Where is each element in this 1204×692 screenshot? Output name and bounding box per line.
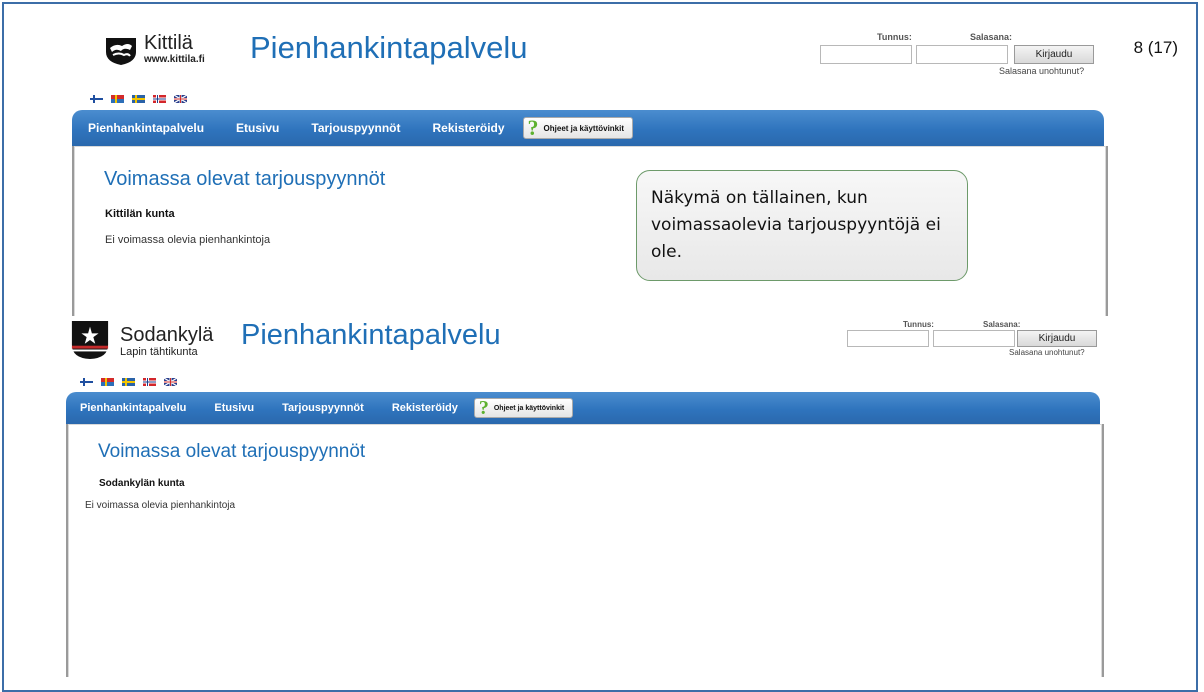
help-button[interactable]: ? Ohjeet ja käyttövinkit (473, 397, 574, 419)
question-mark-icon: ? (527, 115, 539, 140)
username-label: Tunnus: (877, 32, 912, 42)
password-input[interactable] (933, 330, 1015, 347)
uk-flag-icon[interactable] (174, 95, 187, 103)
login-form: Tunnus: Salasana: Kirjaudu Salasana unoh… (847, 317, 1105, 367)
norwegian-flag-icon[interactable] (153, 95, 166, 103)
swedish-flag-icon[interactable] (122, 378, 135, 386)
nav-pienhankintapalvelu[interactable]: Pienhankintapalvelu (80, 402, 186, 414)
organization-name: Sodankylän kunta (99, 478, 185, 489)
password-input[interactable] (916, 45, 1008, 64)
sodankyla-screenshot: Sodankylä Lapin tähtikunta Pienhankintap… (60, 317, 1105, 677)
swedish-flag-icon[interactable] (132, 95, 145, 103)
empty-state-text: Ei voimassa olevia pienhankintoja (85, 500, 236, 511)
main-nav: Pienhankintapalvelu Etusivu Tarjouspyynn… (72, 110, 1104, 146)
page-heading: Voimassa olevat tarjouspyynnöt (98, 441, 366, 462)
kittila-url: www.kittila.fi (144, 54, 205, 65)
finnish-flag-icon[interactable] (90, 95, 103, 103)
nav-pienhankintapalvelu[interactable]: Pienhankintapalvelu (88, 121, 204, 135)
sodankyla-crest-icon (71, 320, 109, 360)
question-mark-icon: ? (478, 397, 489, 419)
organization-name: Kittilän kunta (105, 208, 175, 220)
sami-flag-icon[interactable] (101, 378, 114, 386)
sodankyla-tagline: Lapin tähtikunta (120, 346, 198, 358)
username-label: Tunnus: (903, 320, 934, 329)
language-flags (90, 95, 187, 103)
nav-rekisteroidy[interactable]: Rekisteröidy (433, 121, 505, 135)
empty-state-text: Ei voimassa olevia pienhankintoja (105, 234, 271, 246)
norwegian-flag-icon[interactable] (143, 378, 156, 386)
explanation-callout: Näkymä on tällainen, kun voimassaolevia … (636, 170, 968, 281)
kittila-logo[interactable]: Kittilä www.kittila.fi (104, 32, 205, 66)
login-button[interactable]: Kirjaudu (1014, 45, 1094, 64)
nav-tarjouspyynnot[interactable]: Tarjouspyynnöt (282, 402, 364, 414)
forgot-password-link[interactable]: Salasana unohtunut? (1009, 348, 1085, 357)
username-input[interactable] (847, 330, 929, 347)
help-button-label: Ohjeet ja käyttövinkit (493, 404, 565, 412)
sodankyla-logo[interactable]: Sodankylä Lapin tähtikunta (70, 320, 213, 360)
help-button-label: Ohjeet ja käyttövinkit (543, 123, 625, 133)
page-number: 8 (17) (1133, 38, 1178, 57)
main-nav: Pienhankintapalvelu Etusivu Tarjouspyynn… (66, 392, 1100, 424)
service-title: Pienhankintapalvelu (241, 319, 501, 351)
login-button[interactable]: Kirjaudu (1017, 330, 1097, 347)
login-form: Tunnus: Salasana: Kirjaudu Salasana unoh… (820, 20, 1112, 80)
kittila-name: Kittilä (144, 32, 193, 54)
service-title: Pienhankintapalvelu (250, 30, 528, 65)
sami-flag-icon[interactable] (111, 95, 124, 103)
nav-etusivu[interactable]: Etusivu (214, 402, 254, 414)
nav-etusivu[interactable]: Etusivu (236, 121, 279, 135)
sodankyla-name: Sodankylä (120, 324, 214, 346)
kittila-crest-icon (106, 38, 136, 65)
uk-flag-icon[interactable] (164, 378, 177, 386)
page-heading: Voimassa olevat tarjouspyynnöt (104, 168, 386, 190)
finnish-flag-icon[interactable] (80, 378, 93, 386)
password-label: Salasana: (983, 320, 1021, 329)
nav-rekisteroidy[interactable]: Rekisteröidy (392, 402, 458, 414)
forgot-password-link[interactable]: Salasana unohtunut? (999, 66, 1084, 76)
nav-tarjouspyynnot[interactable]: Tarjouspyynnöt (311, 121, 400, 135)
password-label: Salasana: (970, 32, 1013, 42)
language-flags (80, 378, 177, 386)
content-panel: Voimassa olevat tarjouspyynnöt Sodankylä… (66, 424, 1104, 677)
username-input[interactable] (820, 45, 912, 64)
help-button[interactable]: ? Ohjeet ja käyttövinkit (522, 115, 634, 140)
